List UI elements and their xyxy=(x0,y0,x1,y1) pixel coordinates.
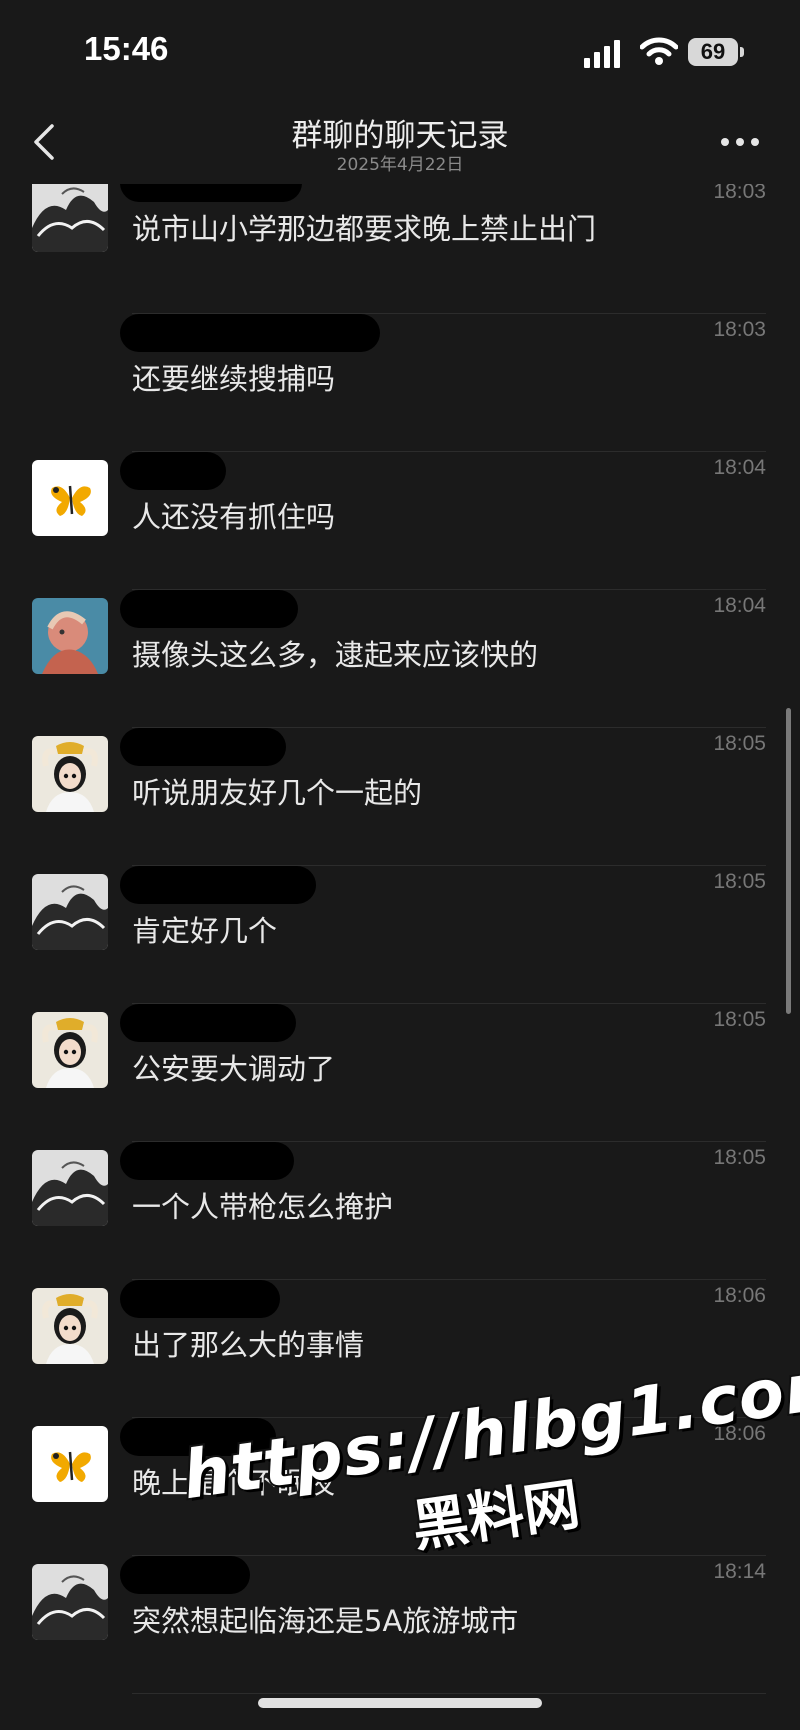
message-text: 一个人带枪怎么掩护 xyxy=(132,1190,394,1224)
redacted-sender-name xyxy=(120,1280,280,1318)
message-text: 摄像头这么多，逮起来应该快的 xyxy=(132,638,539,672)
message-time: 18:03 xyxy=(713,318,766,341)
girl-avatar xyxy=(32,1012,108,1088)
more-options-icon[interactable] xyxy=(718,130,762,154)
scrollbar[interactable] xyxy=(786,708,791,1014)
girl-avatar xyxy=(32,736,108,812)
message-text: 出了那么大的事情 xyxy=(132,1328,365,1362)
message-time: 18:04 xyxy=(713,456,766,479)
list-item[interactable]: 18:05 肯定好几个 xyxy=(0,866,800,1004)
message-time: 18:05 xyxy=(713,1008,766,1031)
girl-avatar xyxy=(32,1288,108,1364)
list-item[interactable]: 18:03 说市山小学那边都要求晚上禁止出门 xyxy=(0,184,800,314)
list-item[interactable]: 18:05 一个人带枪怎么掩护 xyxy=(0,1142,800,1280)
wave-art-avatar xyxy=(32,874,108,950)
wifi-icon xyxy=(640,37,678,65)
message-text: 突然想起临海还是5A旅游城市 xyxy=(132,1604,519,1638)
redacted-sender-name xyxy=(120,1418,276,1456)
list-item[interactable]: 18:05 听说朋友好几个一起的 xyxy=(0,728,800,866)
message-text: 说市山小学那边都要求晚上禁止出门 xyxy=(132,212,597,246)
list-item[interactable]: 18:06 出了那么大的事情 xyxy=(0,1280,800,1418)
wave-art-avatar xyxy=(32,1150,108,1226)
message-time: 18:05 xyxy=(713,870,766,893)
message-time: 18:05 xyxy=(713,1146,766,1169)
message-text: 人还没有抓住吗 xyxy=(132,500,336,534)
redacted-sender-name xyxy=(120,184,302,202)
redacted-sender-name xyxy=(120,1556,250,1594)
wave-art-avatar xyxy=(32,184,108,252)
message-time: 18:03 xyxy=(713,184,766,203)
list-item[interactable]: 18:14 突然想起临海还是5A旅游城市 xyxy=(0,1556,800,1694)
redacted-sender-name xyxy=(120,1142,294,1180)
battery-icon: 69 xyxy=(688,38,738,66)
butterfly-avatar xyxy=(32,460,108,536)
wave-art-avatar xyxy=(32,1564,108,1640)
cellular-signal-icon xyxy=(584,40,620,68)
message-text: 晚上是个不眠夜 xyxy=(132,1466,336,1500)
divider xyxy=(132,1693,766,1694)
message-text: 肯定好几个 xyxy=(132,914,278,948)
page-title: 群聊的聊天记录 xyxy=(291,118,509,154)
list-item[interactable]: 18:03 还要继续搜捕吗 xyxy=(0,314,800,452)
message-text: 公安要大调动了 xyxy=(132,1052,336,1086)
chat-record-list: 18:03 说市山小学那边都要求晚上禁止出门 18:03 还要继续搜捕吗 18:… xyxy=(0,184,800,1730)
status-time: 15:46 xyxy=(84,30,169,67)
painting-avatar xyxy=(32,598,108,674)
message-time: 18:14 xyxy=(713,1560,766,1583)
message-time: 18:06 xyxy=(713,1422,766,1445)
redacted-sender-name xyxy=(120,314,380,352)
list-item[interactable]: 18:06 晚上是个不眠夜 xyxy=(0,1418,800,1556)
message-text: 听说朋友好几个一起的 xyxy=(132,776,423,810)
list-item[interactable]: 18:05 公安要大调动了 xyxy=(0,1004,800,1142)
butterfly-avatar xyxy=(32,1426,108,1502)
home-indicator[interactable] xyxy=(258,1698,542,1708)
redacted-sender-name xyxy=(120,866,316,904)
list-item[interactable]: 18:04 人还没有抓住吗 xyxy=(0,452,800,590)
redacted-sender-name xyxy=(120,590,298,628)
redacted-sender-name xyxy=(120,452,226,490)
message-time: 18:05 xyxy=(713,732,766,755)
message-time: 18:06 xyxy=(713,1284,766,1307)
message-text: 还要继续搜捕吗 xyxy=(132,362,336,396)
list-item[interactable]: 18:04 摄像头这么多，逮起来应该快的 xyxy=(0,590,800,728)
nav-bar: 群聊的聊天记录 2025年4月22日 xyxy=(0,100,800,184)
page-subtitle: 2025年4月22日 xyxy=(336,155,464,175)
redacted-sender-name xyxy=(120,728,286,766)
status-bar: 15:46 69 xyxy=(0,0,800,100)
redacted-sender-name xyxy=(120,1004,296,1042)
battery-tip xyxy=(740,47,744,57)
message-time: 18:04 xyxy=(713,594,766,617)
